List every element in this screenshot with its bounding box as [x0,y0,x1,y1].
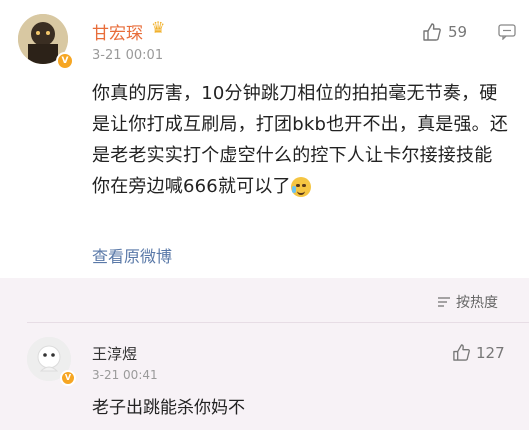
sort-label: 按热度 [456,295,498,311]
sort-icon [438,297,450,307]
reply-username[interactable]: 王淳煜 [92,343,137,364]
thumbs-up-icon [453,344,470,361]
crown-icon: ♛ [151,18,166,37]
crying-emoji-icon [290,177,311,197]
sort-by-hot-button[interactable]: 按热度 [437,292,498,312]
like-count: 59 [448,23,468,41]
view-original-weibo-link[interactable]: 查看原微博 [92,243,172,267]
comment-like-button[interactable]: 59 [422,22,467,42]
verified-badge-icon: V [60,370,76,386]
reply-like-button[interactable]: 127 [452,343,505,362]
verified-badge-icon: V [56,52,74,70]
comment-body: 你真的厉害，10分钟跳刀相位的拍拍毫无节奏，硬是让你打成互刷局，打团bkb也开不… [92,83,509,197]
reply-body: 老子出跳能杀你妈不 [92,398,245,418]
reply-icon[interactable] [498,24,516,44]
divider [27,322,529,323]
reply-timestamp: 3-21 00:41 [92,368,158,382]
like-count: 127 [476,343,505,362]
thumbs-up-icon [423,23,441,41]
comment-timestamp: 3-21 00:01 [92,48,164,63]
reply-card [0,322,529,430]
comment-username[interactable]: 甘宏琛 [92,19,143,44]
